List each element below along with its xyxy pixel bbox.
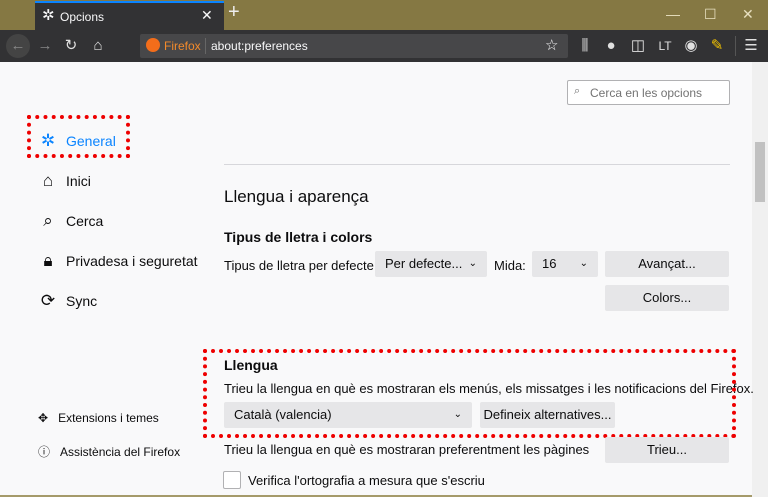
home-icon[interactable]: ⌂ [87,36,109,56]
languagetool-icon[interactable]: LT [654,36,676,56]
lock-icon: 🔒︎ [43,251,53,270]
bookmark-star-icon[interactable]: ☆ [545,36,558,54]
url-bar[interactable]: Firefox about:preferences ☆ [140,34,568,58]
sidebar-item-label: Sync [66,293,98,309]
sync-icon: ⟳ [40,291,56,310]
annotation-box-language [203,349,736,438]
forward-icon[interactable]: → [34,36,56,56]
maximize-button[interactable]: ☐ [704,6,717,23]
colors-button[interactable]: Colors... [605,285,729,311]
sidebar-item-cerca[interactable]: ⌕ Cerca [38,211,103,231]
sidebar-item-label: Cerca [66,213,104,229]
navigation-toolbar: ← → ↻ ⌂ Firefox about:preferences ☆ ⫼ ● … [0,30,768,62]
gear-icon: ✲ [42,7,55,24]
sidebar-footer-label: Assistència del Firefox [60,444,181,459]
sidebar-support[interactable]: ⓘ Assistència del Firefox [38,443,180,460]
sidebar-item-label: Inici [66,173,91,189]
extension-icon[interactable]: ● [600,36,622,56]
help-icon: ⓘ [38,445,51,459]
chevron-down-icon: ⌄ [468,258,477,269]
size-label: Mida: [494,258,526,273]
advanced-fonts-button[interactable]: Avançat... [605,251,729,277]
menu-icon[interactable]: ☰ [740,36,762,56]
sidebar-item-label: Privadesa i seguretat [66,253,198,269]
extension-pen-icon[interactable]: ✎ [706,36,728,56]
separator [224,164,730,165]
chevron-down-icon: ⌄ [579,258,588,269]
choose-language-button[interactable]: Trieu... [605,437,729,463]
account-icon[interactable]: ◉ [680,36,702,56]
new-tab-button[interactable]: + [228,1,240,24]
puzzle-icon: ✥ [38,411,49,425]
close-tab-icon[interactable]: ✕ [201,7,213,24]
scrollbar-thumb[interactable] [755,142,765,202]
title-bar: ✲ Opcions ✕ + — ☐ ✕ [0,0,768,30]
divider [205,38,206,54]
annotation-box-general [27,115,130,158]
search-input[interactable]: ⌕ Cerca en les opcions [567,80,730,105]
spellcheck-label: Verifica l'ortografia a mesura que s'esc… [248,473,485,488]
select-value: 16 [542,256,557,271]
default-font-label: Tipus de lletra per defecte [224,258,374,273]
search-placeholder: Cerca en les opcions [590,86,703,100]
sidebar-footer-label: Extensions i temes [58,411,159,425]
sidebar-item-sync[interactable]: ⟳ Sync [38,291,97,311]
sidebar-extensions[interactable]: ✥ Extensions i temes [38,411,159,425]
sidebar-item-inici[interactable]: ⌂ Inici [38,171,91,191]
firefox-icon [146,38,160,52]
home-icon: ⌂ [42,171,54,190]
back-icon[interactable]: ← [6,34,30,58]
reload-icon[interactable]: ↻ [60,36,82,56]
close-window-button[interactable]: ✕ [742,6,754,23]
identity-label: Firefox [164,39,201,53]
pages-language-label: Trieu la llengua en què es mostraran pre… [224,442,590,457]
sidebar-icon[interactable]: ◫ [627,36,649,56]
divider [735,36,736,56]
select-value: Per defecte... [385,256,463,271]
default-font-select[interactable]: Per defecte... ⌄ [375,251,487,277]
sidebar-item-privadesa[interactable]: 🔒︎ Privadesa i seguretat [38,251,198,271]
fonts-title: Tipus de lletra i colors [224,229,373,245]
spellcheck-checkbox[interactable] [223,471,241,489]
minimize-button[interactable]: — [666,6,680,22]
scrollbar[interactable] [752,62,768,497]
search-icon: ⌕ [43,211,53,230]
font-size-select[interactable]: 16 ⌄ [532,251,598,277]
section-title: Llengua i aparença [224,187,369,206]
tab-title: Opcions [60,10,105,24]
url-text[interactable]: about:preferences [211,39,308,53]
library-icon[interactable]: ⫼ [574,36,596,56]
tab-opcions[interactable]: ✲ Opcions ✕ [35,1,224,30]
search-icon: ⌕ [574,85,581,97]
